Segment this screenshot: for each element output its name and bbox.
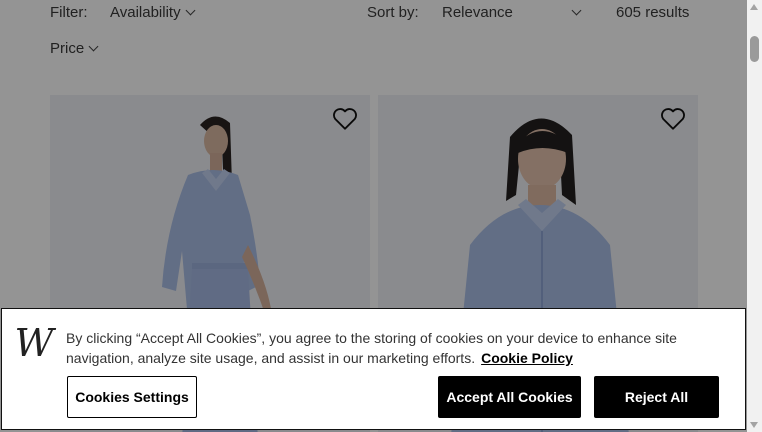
accept-all-cookies-button[interactable]: Accept All Cookies	[438, 376, 581, 418]
scroll-down-arrow-icon[interactable]	[750, 422, 758, 428]
cookie-banner: W By clicking “Accept All Cookies”, you …	[1, 308, 746, 430]
cookies-settings-button[interactable]: Cookies Settings	[67, 376, 197, 418]
page-scrollbar[interactable]	[747, 0, 762, 432]
scroll-up-arrow-icon[interactable]	[750, 4, 758, 10]
reject-all-button[interactable]: Reject All	[594, 376, 719, 418]
cookie-message: By clicking “Accept All Cookies”, you ag…	[66, 328, 706, 368]
brand-logo: W	[14, 323, 56, 365]
logo-letter: W	[14, 323, 56, 365]
cookie-message-text: By clicking “Accept All Cookies”, you ag…	[66, 330, 677, 366]
scrollbar-thumb[interactable]	[750, 36, 759, 62]
cookie-policy-link[interactable]: Cookie Policy	[481, 350, 573, 366]
